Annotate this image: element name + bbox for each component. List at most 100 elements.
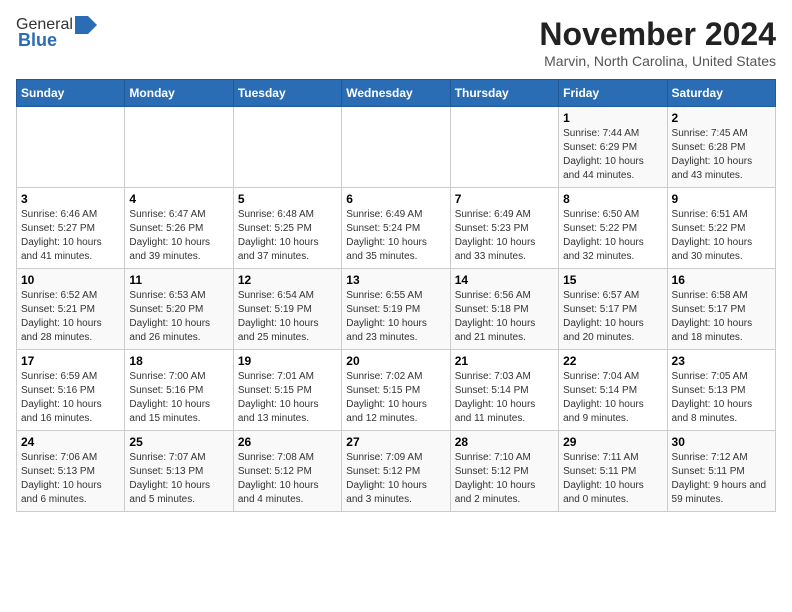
title-area: November 2024 Marvin, North Carolina, Un… (539, 16, 776, 69)
day-info: Sunrise: 7:11 AM Sunset: 5:11 PM Dayligh… (563, 451, 662, 507)
day-number: 30 (672, 435, 771, 449)
weekday-header-monday: Monday (125, 80, 233, 107)
day-number: 16 (672, 273, 771, 287)
day-info: Sunrise: 7:06 AM Sunset: 5:13 PM Dayligh… (21, 451, 120, 507)
week-row-3: 10 Sunrise: 6:52 AM Sunset: 5:21 PM Dayli… (17, 269, 776, 350)
weekday-header-saturday: Saturday (667, 80, 775, 107)
day-cell: 28Sunrise: 7:10 AM Sunset: 5:12 PM Dayli… (450, 431, 558, 512)
day-info: Sunrise: 6:47 AM Sunset: 5:26 PM Dayligh… (129, 208, 228, 264)
day-info: Sunrise: 6:48 AM Sunset: 5:25 PM Dayligh… (238, 208, 337, 264)
day-number: 19 (238, 354, 337, 368)
day-info: Sunrise: 7:00 AM Sunset: 5:16 PM Dayligh… (129, 370, 228, 426)
day-number: 18 (129, 354, 228, 368)
logo-icon (75, 16, 97, 34)
day-cell: 19 Sunrise: 7:01 AM Sunset: 5:15 PM Dayli… (233, 350, 341, 431)
day-cell: 8 Sunrise: 6:50 AM Sunset: 5:22 PM Daylig… (559, 188, 667, 269)
weekday-header-thursday: Thursday (450, 80, 558, 107)
day-cell: 16 Sunrise: 6:58 AM Sunset: 5:17 PM Dayli… (667, 269, 775, 350)
day-number: 23 (672, 354, 771, 368)
day-info: Sunrise: 6:50 AM Sunset: 5:22 PM Dayligh… (563, 208, 662, 264)
day-number: 28 (455, 435, 554, 449)
day-cell (125, 107, 233, 188)
day-info: Sunrise: 6:46 AM Sunset: 5:27 PM Dayligh… (21, 208, 120, 264)
day-cell: 23 Sunrise: 7:05 AM Sunset: 5:13 PM Dayli… (667, 350, 775, 431)
day-number: 13 (346, 273, 445, 287)
day-info: Sunrise: 6:54 AM Sunset: 5:19 PM Dayligh… (238, 289, 337, 345)
day-info: Sunrise: 7:08 AM Sunset: 5:12 PM Dayligh… (238, 451, 337, 507)
day-number: 27 (346, 435, 445, 449)
day-info: Sunrise: 6:55 AM Sunset: 5:19 PM Dayligh… (346, 289, 445, 345)
day-cell: 21Sunrise: 7:03 AM Sunset: 5:14 PM Dayli… (450, 350, 558, 431)
day-cell: 2Sunrise: 7:45 AM Sunset: 6:28 PM Daylig… (667, 107, 775, 188)
week-row-1: 1 Sunrise: 7:44 AM Sunset: 6:29 PM Daylig… (17, 107, 776, 188)
day-info: Sunrise: 7:44 AM Sunset: 6:29 PM Dayligh… (563, 127, 662, 183)
day-cell (450, 107, 558, 188)
day-number: 25 (129, 435, 228, 449)
day-info: Sunrise: 7:02 AM Sunset: 5:15 PM Dayligh… (346, 370, 445, 426)
location-title: Marvin, North Carolina, United States (539, 53, 776, 69)
day-cell: 17 Sunrise: 6:59 AM Sunset: 5:16 PM Dayli… (17, 350, 125, 431)
weekday-header-tuesday: Tuesday (233, 80, 341, 107)
day-cell: 6Sunrise: 6:49 AM Sunset: 5:24 PM Daylig… (342, 188, 450, 269)
day-cell: 9 Sunrise: 6:51 AM Sunset: 5:22 PM Daylig… (667, 188, 775, 269)
logo-blue-text: Blue (18, 30, 57, 51)
day-info: Sunrise: 7:12 AM Sunset: 5:11 PM Dayligh… (672, 451, 771, 507)
day-info: Sunrise: 6:58 AM Sunset: 5:17 PM Dayligh… (672, 289, 771, 345)
day-info: Sunrise: 6:59 AM Sunset: 5:16 PM Dayligh… (21, 370, 120, 426)
header: General Blue November 2024 Marvin, North… (16, 16, 776, 69)
day-number: 24 (21, 435, 120, 449)
day-number: 8 (563, 192, 662, 206)
weekday-header-sunday: Sunday (17, 80, 125, 107)
day-number: 1 (563, 111, 662, 125)
day-cell: 1 Sunrise: 7:44 AM Sunset: 6:29 PM Daylig… (559, 107, 667, 188)
day-cell (17, 107, 125, 188)
day-cell: 15Sunrise: 6:57 AM Sunset: 5:17 PM Dayli… (559, 269, 667, 350)
day-cell: 3 Sunrise: 6:46 AM Sunset: 5:27 PM Daylig… (17, 188, 125, 269)
week-row-4: 17 Sunrise: 6:59 AM Sunset: 5:16 PM Dayli… (17, 350, 776, 431)
day-number: 20 (346, 354, 445, 368)
day-cell: 20 Sunrise: 7:02 AM Sunset: 5:15 PM Dayli… (342, 350, 450, 431)
day-number: 14 (455, 273, 554, 287)
day-number: 3 (21, 192, 120, 206)
day-number: 26 (238, 435, 337, 449)
day-cell: 7 Sunrise: 6:49 AM Sunset: 5:23 PM Daylig… (450, 188, 558, 269)
day-number: 11 (129, 273, 228, 287)
day-cell: 5Sunrise: 6:48 AM Sunset: 5:25 PM Daylig… (233, 188, 341, 269)
day-cell: 26 Sunrise: 7:08 AM Sunset: 5:12 PM Dayli… (233, 431, 341, 512)
day-cell: 24 Sunrise: 7:06 AM Sunset: 5:13 PM Dayli… (17, 431, 125, 512)
day-cell: 29 Sunrise: 7:11 AM Sunset: 5:11 PM Dayli… (559, 431, 667, 512)
day-number: 17 (21, 354, 120, 368)
day-number: 22 (563, 354, 662, 368)
day-cell (233, 107, 341, 188)
day-info: Sunrise: 6:57 AM Sunset: 5:17 PM Dayligh… (563, 289, 662, 345)
day-cell: 25Sunrise: 7:07 AM Sunset: 5:13 PM Dayli… (125, 431, 233, 512)
day-info: Sunrise: 6:52 AM Sunset: 5:21 PM Dayligh… (21, 289, 120, 345)
day-info: Sunrise: 6:51 AM Sunset: 5:22 PM Dayligh… (672, 208, 771, 264)
day-number: 7 (455, 192, 554, 206)
day-number: 12 (238, 273, 337, 287)
day-cell: 30 Sunrise: 7:12 AM Sunset: 5:11 PM Dayli… (667, 431, 775, 512)
calendar-table: SundayMondayTuesdayWednesdayThursdayFrid… (16, 79, 776, 512)
day-cell: 14Sunrise: 6:56 AM Sunset: 5:18 PM Dayli… (450, 269, 558, 350)
day-number: 6 (346, 192, 445, 206)
day-number: 4 (129, 192, 228, 206)
day-cell: 4 Sunrise: 6:47 AM Sunset: 5:26 PM Daylig… (125, 188, 233, 269)
weekday-header-row: SundayMondayTuesdayWednesdayThursdayFrid… (17, 80, 776, 107)
day-cell: 10 Sunrise: 6:52 AM Sunset: 5:21 PM Dayli… (17, 269, 125, 350)
day-number: 2 (672, 111, 771, 125)
day-info: Sunrise: 7:01 AM Sunset: 5:15 PM Dayligh… (238, 370, 337, 426)
day-number: 10 (21, 273, 120, 287)
day-info: Sunrise: 6:49 AM Sunset: 5:23 PM Dayligh… (455, 208, 554, 264)
logo: General Blue (16, 16, 99, 51)
day-cell: 11 Sunrise: 6:53 AM Sunset: 5:20 PM Dayli… (125, 269, 233, 350)
day-number: 29 (563, 435, 662, 449)
month-title: November 2024 (539, 16, 776, 53)
day-cell: 18 Sunrise: 7:00 AM Sunset: 5:16 PM Dayli… (125, 350, 233, 431)
day-info: Sunrise: 7:05 AM Sunset: 5:13 PM Dayligh… (672, 370, 771, 426)
day-info: Sunrise: 7:04 AM Sunset: 5:14 PM Dayligh… (563, 370, 662, 426)
day-number: 21 (455, 354, 554, 368)
day-number: 9 (672, 192, 771, 206)
weekday-header-wednesday: Wednesday (342, 80, 450, 107)
day-cell: 13 Sunrise: 6:55 AM Sunset: 5:19 PM Dayli… (342, 269, 450, 350)
day-info: Sunrise: 6:53 AM Sunset: 5:20 PM Dayligh… (129, 289, 228, 345)
